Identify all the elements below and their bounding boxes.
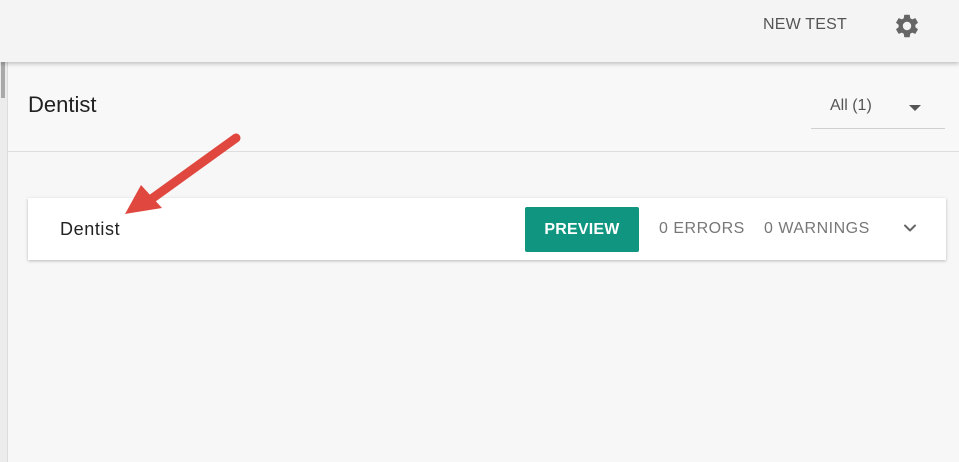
warnings-count: 0 WARNINGS	[764, 220, 870, 237]
dropdown-arrow-icon	[909, 105, 921, 111]
left-scrollbar[interactable]	[0, 62, 8, 462]
app-root: NEW TEST Dentist All (1) Dentist PREVIEW…	[0, 0, 959, 462]
chevron-down-icon[interactable]	[900, 218, 920, 238]
page-header: Dentist All (1)	[8, 62, 959, 152]
filter-dropdown[interactable]: All (1)	[811, 90, 945, 129]
result-title: Dentist	[60, 219, 121, 239]
result-card: Dentist PREVIEW 0 ERRORS 0 WARNINGS	[28, 198, 946, 260]
scrollbar-thumb[interactable]	[1, 62, 5, 98]
new-test-button[interactable]: NEW TEST	[763, 16, 847, 34]
errors-count: 0 ERRORS	[659, 220, 745, 237]
gear-icon[interactable]	[893, 12, 921, 40]
page-title: Dentist	[28, 92, 97, 117]
preview-button[interactable]: PREVIEW	[525, 207, 639, 252]
top-app-bar: NEW TEST	[0, 0, 959, 62]
filter-selected-value: All (1)	[830, 97, 872, 114]
